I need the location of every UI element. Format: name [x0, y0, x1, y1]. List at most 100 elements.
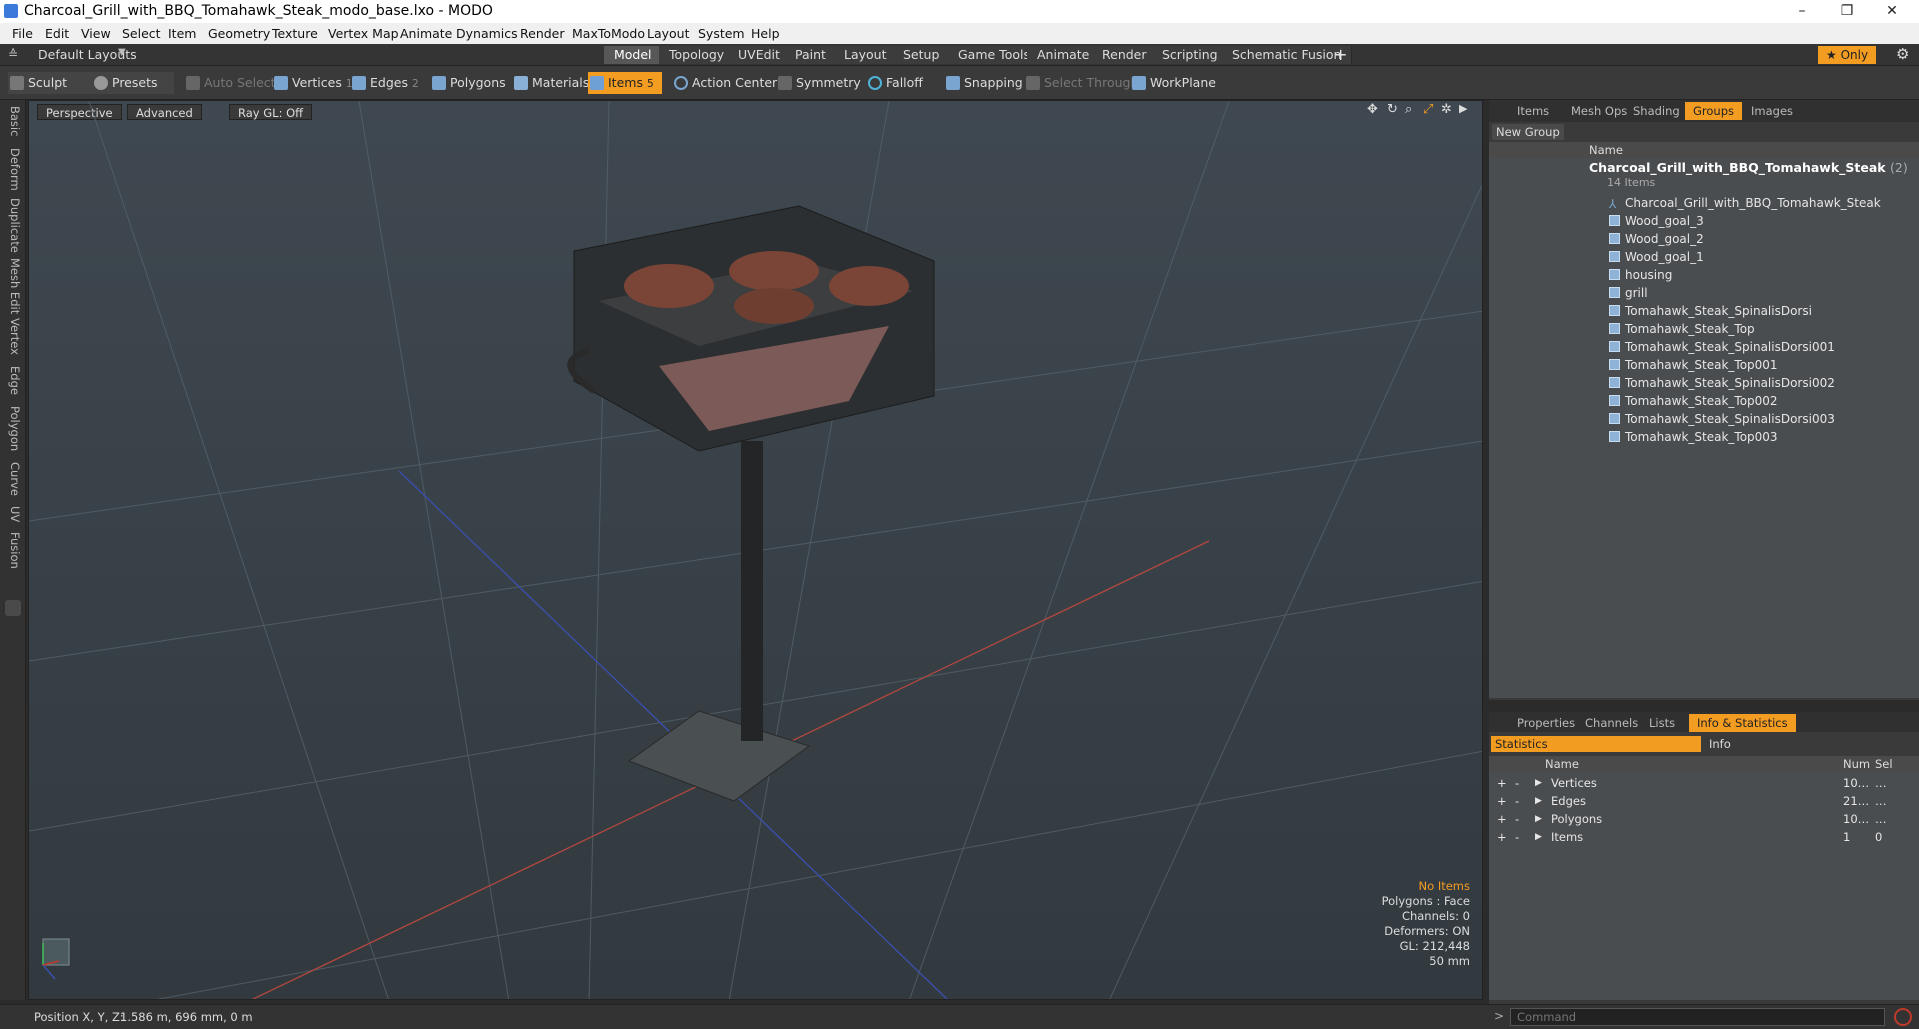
tab-groups[interactable]: Groups — [1685, 102, 1743, 120]
menu-view[interactable]: View — [81, 26, 111, 41]
symmetry-button[interactable]: Symmetry — [776, 72, 861, 94]
menu-render[interactable]: Render — [520, 26, 565, 41]
menu-geometry[interactable]: Geometry — [208, 26, 270, 41]
workplane-button[interactable]: WorkPlane — [1130, 72, 1216, 94]
left-tab-curve[interactable]: Curve — [4, 462, 22, 496]
menu-vertex-map[interactable]: Vertex Map — [328, 26, 399, 41]
materials-label: Materials — [532, 75, 590, 90]
tab-model[interactable]: Model — [604, 46, 663, 64]
minimize-button[interactable]: – — [1780, 0, 1824, 23]
auto-select-button[interactable]: Auto Select — [184, 72, 276, 94]
tree-item-mesh[interactable]: Wood_goal_1 — [1609, 248, 1704, 266]
tab-items[interactable]: Items — [1509, 102, 1557, 120]
left-tab-uv[interactable]: UV — [4, 506, 22, 522]
expand-triangle-icon[interactable]: ▶ — [1535, 792, 1542, 810]
add-tab-button[interactable]: + — [1334, 45, 1347, 64]
tree-item-mesh[interactable]: Tomahawk_Steak_SpinalisDorsi — [1609, 302, 1812, 320]
tree-item-locator[interactable]: ⅄ Charcoal_Grill_with_BBQ_Tomahawk_Steak — [1609, 194, 1881, 212]
tab-layout[interactable]: Layout — [834, 46, 898, 64]
tab-scripting[interactable]: Scripting — [1152, 46, 1229, 64]
tree-item-mesh[interactable]: Tomahawk_Steak_SpinalisDorsi001 — [1609, 338, 1835, 356]
new-group-button[interactable]: New Group — [1492, 124, 1564, 140]
expand-triangle-icon[interactable]: ▶ — [1535, 828, 1542, 846]
menu-layout[interactable]: Layout — [647, 26, 690, 41]
select-through-button[interactable]: Select Through — [1024, 72, 1138, 94]
tab-shading[interactable]: Shading — [1625, 102, 1688, 120]
action-center-button[interactable]: Action Center — [672, 72, 777, 94]
menu-animate[interactable]: Animate — [400, 26, 452, 41]
left-tab-basic[interactable]: Basic — [4, 106, 22, 136]
menu-item[interactable]: Item — [168, 26, 196, 41]
tree-item-mesh[interactable]: Wood_goal_3 — [1609, 212, 1704, 230]
stats-row[interactable]: + - ▶ Edges 21…… — [1489, 792, 1919, 810]
menu-maxtomodo[interactable]: MaxToModo — [572, 26, 645, 41]
left-tab-polygon[interactable]: Polygon — [4, 406, 22, 451]
tab-schematic-fusion[interactable]: Schematic Fusion — [1222, 46, 1353, 64]
tab-properties[interactable]: Properties — [1509, 714, 1583, 732]
menu-help[interactable]: Help — [751, 26, 780, 41]
vertices-button[interactable]: Vertices 1 — [272, 72, 353, 94]
stats-row[interactable]: + - ▶ Vertices 10…… — [1489, 774, 1919, 792]
menu-file[interactable]: File — [12, 26, 33, 41]
left-tab-deform[interactable]: Deform — [4, 148, 22, 191]
materials-icon — [514, 76, 528, 90]
tab-render[interactable]: Render — [1092, 46, 1158, 64]
group-title[interactable]: Charcoal_Grill_with_BBQ_Tomahawk_Steak (… — [1589, 160, 1908, 175]
only-button[interactable]: ★ Only — [1818, 46, 1877, 64]
menu-dynamics[interactable]: Dynamics — [456, 26, 518, 41]
tree-item-mesh[interactable]: Tomahawk_Steak_Top001 — [1609, 356, 1778, 374]
left-tab-vertex[interactable]: Vertex — [4, 318, 22, 355]
menu-system[interactable]: System — [698, 26, 745, 41]
edges-button[interactable]: Edges 2 — [350, 72, 419, 94]
tab-setup[interactable]: Setup — [893, 46, 951, 64]
tree-item-mesh[interactable]: grill — [1609, 284, 1648, 302]
items-button[interactable]: Items 5 — [588, 72, 662, 94]
left-tab-edge[interactable]: Edge — [4, 366, 22, 395]
tab-paint[interactable]: Paint — [785, 46, 837, 64]
falloff-button[interactable]: Falloff — [866, 72, 923, 94]
expand-triangle-icon[interactable]: ▶ — [1535, 774, 1542, 792]
tab-uvedit[interactable]: UVEdit — [728, 46, 791, 64]
command-input[interactable] — [1510, 1008, 1885, 1026]
statistics-subtab[interactable]: Statistics — [1491, 736, 1701, 752]
3d-viewport[interactable]: Perspective Advanced Ray GL: Off ✥ ↻ ⌕ ⤢… — [28, 100, 1483, 1000]
stats-row[interactable]: + - ▶ Polygons 10…… — [1489, 810, 1919, 828]
info-subtab[interactable]: Info — [1705, 736, 1731, 752]
stats-row[interactable]: + - ▶ Items 1 0 — [1489, 828, 1919, 846]
sculpt-button[interactable]: Sculpt — [8, 72, 92, 94]
tab-animate[interactable]: Animate — [1027, 46, 1101, 64]
expand-triangle-icon[interactable]: ▶ — [1535, 810, 1542, 828]
tree-item-mesh[interactable]: Tomahawk_Steak_Top003 — [1609, 428, 1778, 446]
tree-item-mesh[interactable]: Tomahawk_Steak_SpinalisDorsi002 — [1609, 374, 1835, 392]
tab-info-statistics[interactable]: Info & Statistics — [1689, 714, 1796, 732]
tree-item-mesh[interactable]: housing — [1609, 266, 1672, 284]
left-tab-mesh-edit[interactable]: Mesh Edit — [4, 258, 22, 314]
settings-gear-icon[interactable]: ⚙ — [1896, 45, 1909, 63]
tree-item-mesh[interactable]: Tomahawk_Steak_Top002 — [1609, 392, 1778, 410]
tab-topology[interactable]: Topology — [659, 46, 736, 64]
menu-texture[interactable]: Texture — [272, 26, 318, 41]
record-macro-icon[interactable] — [1894, 1008, 1912, 1026]
materials-button[interactable]: Materials — [512, 72, 589, 94]
tab-channels[interactable]: Channels — [1577, 714, 1646, 732]
menu-select[interactable]: Select — [122, 26, 161, 41]
strip-toggle-button[interactable] — [5, 600, 21, 616]
tree-item-mesh[interactable]: Wood_goal_2 — [1609, 230, 1704, 248]
tree-item-mesh[interactable]: Tomahawk_Steak_SpinalisDorsi003 — [1609, 410, 1835, 428]
presets-button[interactable]: Presets F6 — [92, 72, 174, 112]
close-button[interactable]: ✕ — [1870, 0, 1914, 23]
left-tab-duplicate[interactable]: Duplicate — [4, 198, 22, 253]
left-tab-fusion[interactable]: Fusion — [4, 532, 22, 569]
layout-menu-icon[interactable]: ≙ — [8, 47, 18, 61]
tree-item-mesh[interactable]: Tomahawk_Steak_Top — [1609, 320, 1755, 338]
layout-chevron-icon[interactable]: ▼ — [118, 47, 126, 58]
menu-edit[interactable]: Edit — [45, 26, 69, 41]
snapping-button[interactable]: Snapping — [944, 72, 1023, 94]
presets-label: Presets — [112, 75, 158, 90]
polygons-button[interactable]: Polygons — [430, 72, 506, 94]
tab-images[interactable]: Images — [1743, 102, 1801, 120]
tab-lists[interactable]: Lists — [1641, 714, 1683, 732]
vertices-icon — [274, 76, 288, 90]
maximize-button[interactable]: ❐ — [1825, 0, 1869, 23]
symmetry-icon — [778, 76, 792, 90]
